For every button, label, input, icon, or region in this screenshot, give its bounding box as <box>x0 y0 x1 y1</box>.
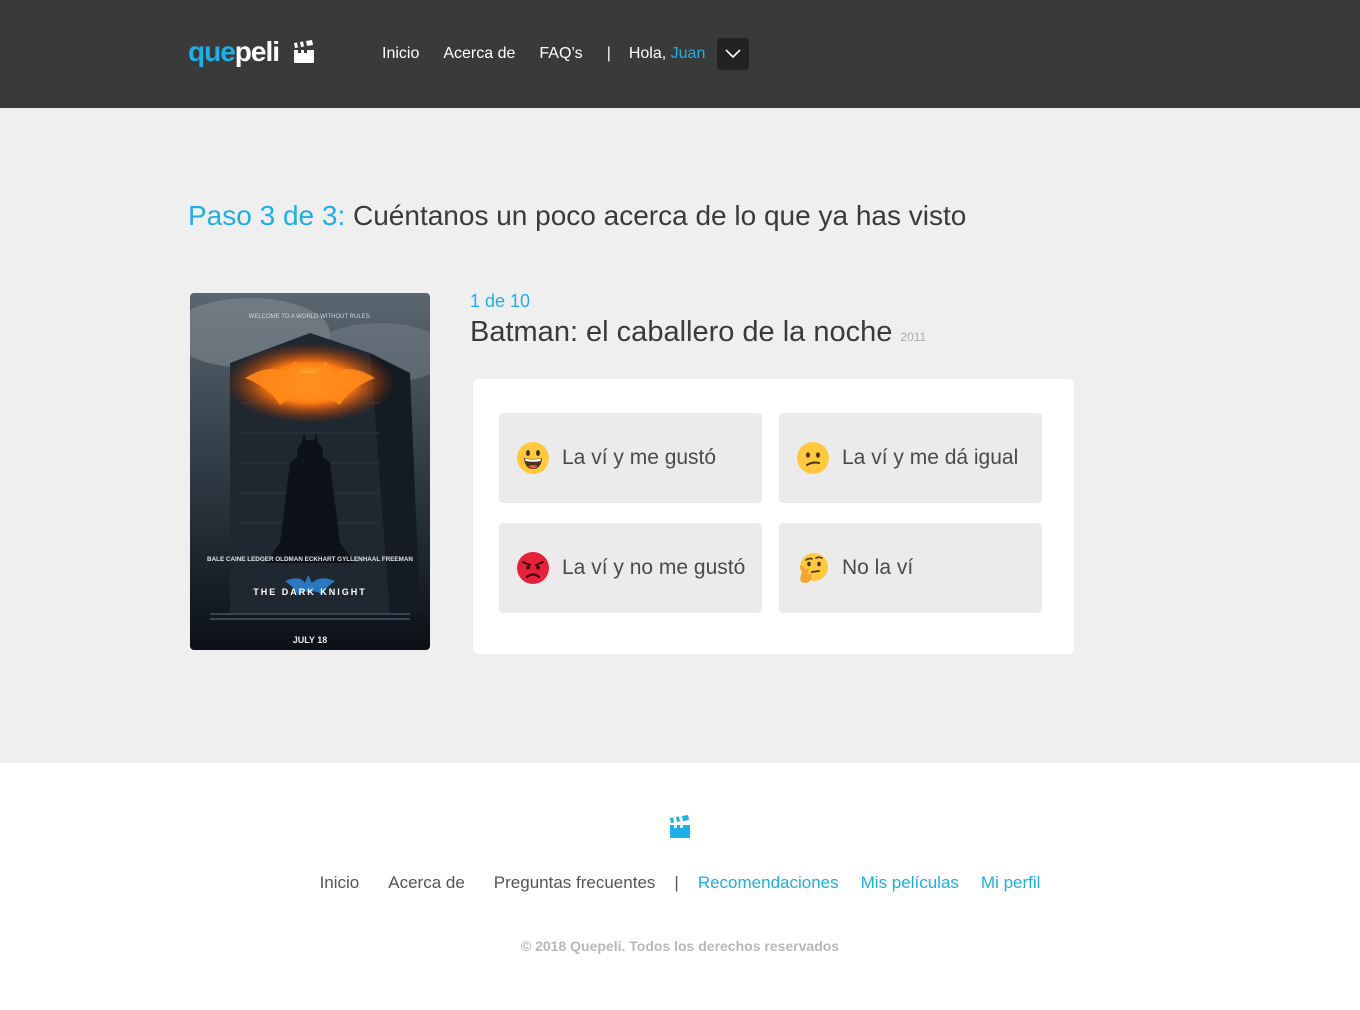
step-indicator: Paso 3 de 3: <box>188 200 346 231</box>
clapperboard-icon <box>294 40 315 63</box>
user-menu-dropdown-button[interactable] <box>717 38 750 70</box>
footer-link-mis-peliculas[interactable]: Mis películas <box>861 873 959 893</box>
nav-separator: | <box>606 45 611 62</box>
footer-link-mi-perfil[interactable]: Mi perfil <box>981 873 1041 893</box>
main-content: Paso 3 de 3: Cuéntanos un poco acerca de… <box>0 108 1360 763</box>
nav-acerca-de[interactable]: Acerca de <box>443 45 515 63</box>
footer-link-recomendaciones[interactable]: Recomendaciones <box>698 873 839 893</box>
confused-face-icon <box>797 442 829 474</box>
nav-faqs[interactable]: FAQ’s <box>539 45 582 63</box>
movie-title-text: Batman: el caballero de la noche <box>470 316 893 348</box>
footer-separator: | <box>674 873 679 892</box>
movie-title: Batman: el caballero de la noche 2011 <box>470 316 926 349</box>
logo-text-peli: peli <box>234 36 280 67</box>
clapperboard-icon <box>670 815 690 838</box>
quepeli-logo[interactable]: quepeli <box>188 38 315 66</box>
greeting-text: Hola, <box>628 45 667 62</box>
footer-link-inicio[interactable]: Inicio <box>320 873 360 893</box>
option-label: La ví y me gustó <box>562 446 717 469</box>
movie-year: 2011 <box>900 330 927 344</box>
logo-text-que: que <box>188 36 236 67</box>
footer-link-acerca-de[interactable]: Acerca de <box>388 873 465 893</box>
angry-face-icon <box>517 552 549 584</box>
movie-poster: WELCOME TO A WORLD WITHOUT RULES. BALE C… <box>190 293 430 650</box>
user-name[interactable]: Juan <box>671 45 706 62</box>
option-not-seen-button[interactable]: No la ví <box>779 523 1042 613</box>
option-disliked-button[interactable]: La ví y no me gustó <box>499 523 762 613</box>
poster-cast: BALE CAINE LEDGER OLDMAN ECKHART GYLLENH… <box>207 556 413 563</box>
top-header: quepeli Inicio Acerca de FAQ’s | Hola, J… <box>0 0 1360 108</box>
nav-inicio[interactable]: Inicio <box>382 45 419 63</box>
poster-tagline: WELCOME TO A WORLD WITHOUT RULES. <box>249 314 372 320</box>
chevron-down-icon <box>725 49 741 59</box>
step-description: Cuéntanos un poco acerca de lo que ya ha… <box>353 200 967 231</box>
rating-options-card: La ví y me gustó La ví y me dá igual La … <box>473 379 1074 654</box>
option-liked-button[interactable]: La ví y me gustó <box>499 413 762 503</box>
grinning-face-icon <box>517 442 549 474</box>
poster-date: JULY 18 <box>293 635 328 645</box>
thinking-face-icon <box>800 553 828 583</box>
option-label: No la ví <box>842 556 914 579</box>
page-title: Paso 3 de 3: Cuéntanos un poco acerca de… <box>188 200 966 232</box>
footer-link-preguntas-frecuentes[interactable]: Preguntas frecuentes <box>494 873 656 893</box>
option-label: La ví y no me gustó <box>562 556 746 579</box>
footer-nav: Inicio Acerca de Preguntas frecuentes | … <box>0 873 1360 893</box>
option-indifferent-button[interactable]: La ví y me dá igual <box>779 413 1042 503</box>
page-footer: Inicio Acerca de Preguntas frecuentes | … <box>0 763 1360 1010</box>
user-greeting: Hola, Juan <box>629 45 706 63</box>
movie-counter: 1 de 10 <box>470 291 531 311</box>
copyright-text: © 2018 Quepeli. Todos los derechos reser… <box>520 938 840 954</box>
poster-title: THE DARK KNIGHT <box>253 587 367 597</box>
logo-text: quepeli <box>188 36 280 67</box>
main-nav: Inicio Acerca de FAQ’s | Hola, Juan <box>382 38 750 70</box>
option-label: La ví y me dá igual <box>842 446 1019 469</box>
